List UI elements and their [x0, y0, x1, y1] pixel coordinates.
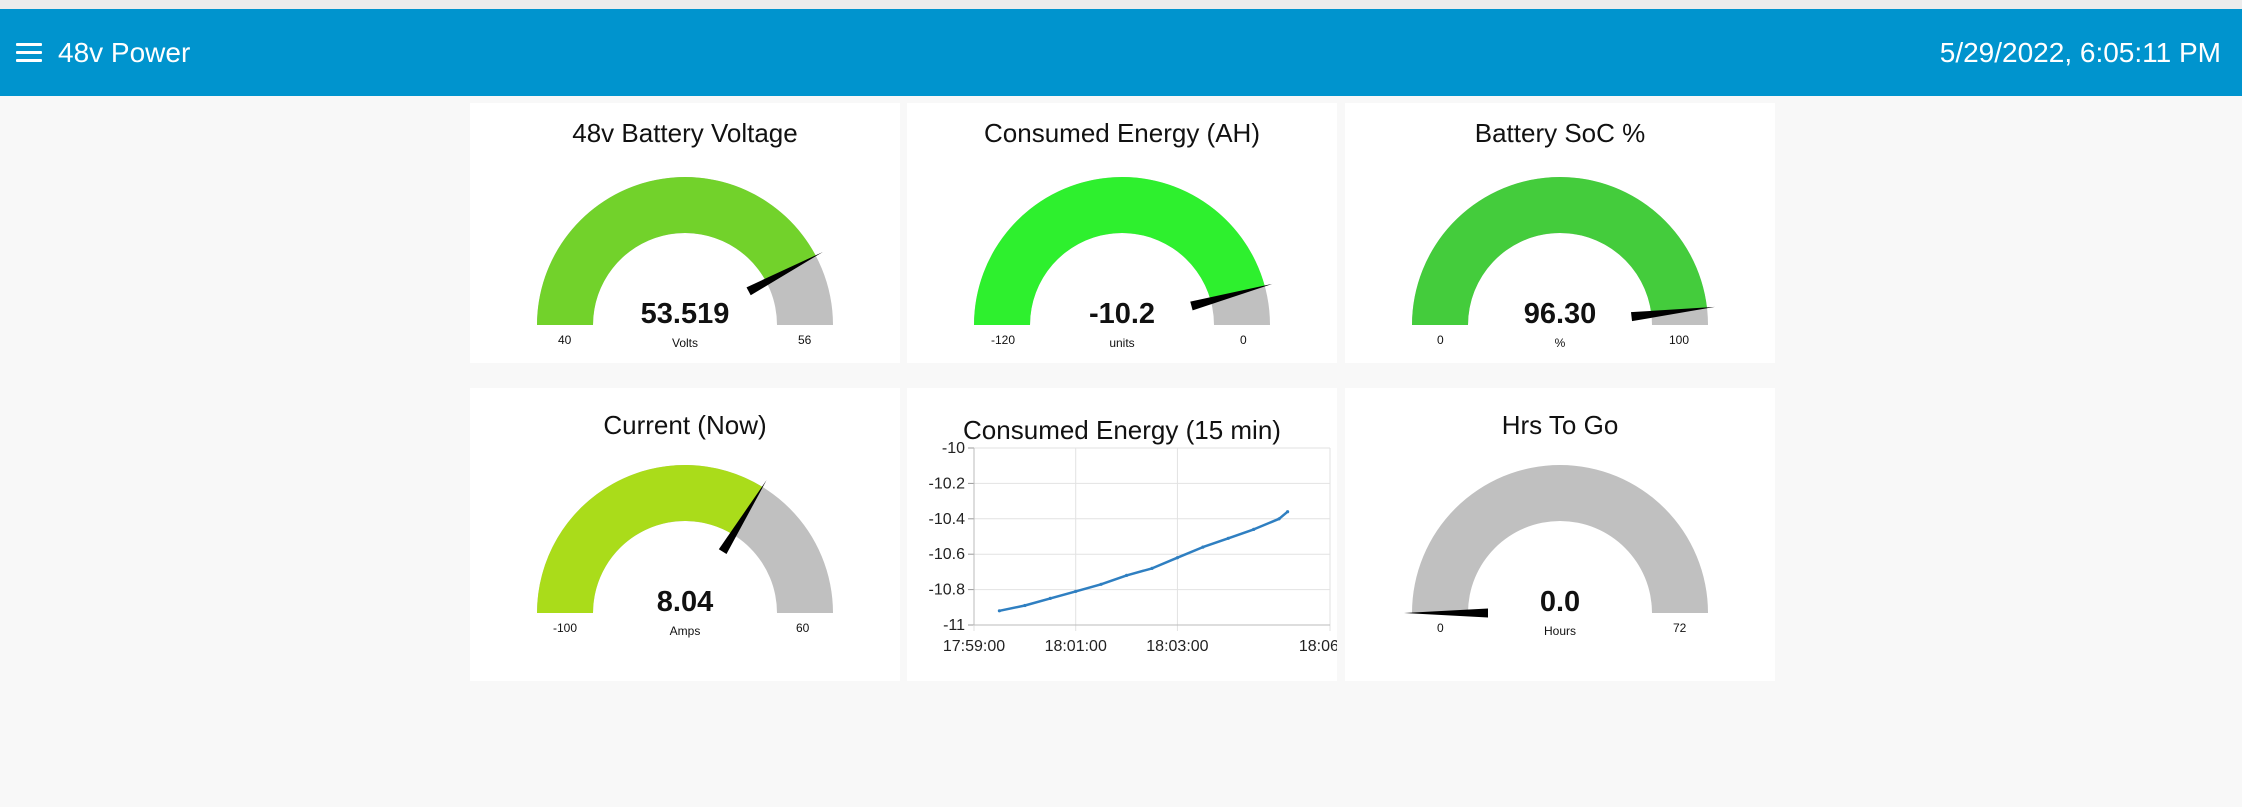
chart-data-point — [1226, 536, 1230, 540]
hamburger-menu-icon[interactable] — [16, 42, 46, 64]
chart-y-tick-label: -10.8 — [929, 582, 966, 599]
hours-to-go-gauge: 0.0 Hours 0 72 — [1345, 461, 1775, 641]
consumed-energy-max-label: 0 — [1240, 333, 1247, 347]
consumed-energy-min-label: -120 — [991, 333, 1016, 347]
window-top-border — [0, 0, 2242, 9]
chart-series-line — [999, 510, 1289, 613]
chart-data-point — [1150, 566, 1154, 570]
energy-chart-plot: -10 -10.2 -10.4 -10.6 -10.8 -11 17:59:00 18:01:… — [929, 440, 1337, 655]
voltage-title: 48v Battery Voltage — [572, 118, 798, 148]
current-gauge: 8.04 Amps -100 60 — [470, 461, 900, 641]
chart-data-point — [1099, 582, 1103, 586]
chart-data-point — [1175, 556, 1179, 560]
current-title: Current (Now) — [603, 410, 767, 440]
consumed-energy-gauge: -10.2 units -120 0 — [907, 173, 1337, 353]
chart-y-tick-label: -10.4 — [929, 511, 966, 528]
chart-data-point — [1252, 527, 1256, 531]
datetime-display: 5/29/2022, 6:05:11 PM — [1939, 37, 2221, 68]
hours-to-go-title: Hrs To Go — [1501, 410, 1619, 440]
chart-x-tick-label: 18:06:00 — [1299, 638, 1337, 655]
chart-x-tick-label: 17:59:00 — [943, 638, 1005, 655]
battery-soc-units: % — [1554, 336, 1566, 350]
consumed-energy-title: Consumed Energy (AH) — [984, 118, 1260, 148]
app-title: 48v Power — [58, 37, 191, 68]
chart-data-point — [1074, 589, 1078, 593]
consumed-energy-units: units — [1109, 336, 1135, 350]
battery-soc-title: Battery SoC % — [1474, 118, 1646, 148]
hours-to-go-min-label: 0 — [1437, 621, 1444, 635]
app-header: 48v Power 5/29/2022, 6:05:11 PM — [0, 9, 2242, 96]
chart-x-tick-label: 18:03:00 — [1146, 638, 1208, 655]
voltage-max-label: 56 — [798, 333, 812, 347]
hours-to-go-card: Hrs To Go 0.0 Hours 0 72 — [1345, 388, 1775, 681]
chart-data-point — [1048, 596, 1052, 600]
hours-to-go-units: Hours — [1543, 624, 1576, 638]
battery-soc-max-label: 100 — [1669, 333, 1690, 347]
current-min-label: -100 — [553, 621, 578, 635]
voltage-min-label: 40 — [558, 333, 572, 347]
current-max-label: 60 — [796, 621, 810, 635]
chart-y-tick-label: -10.6 — [929, 546, 966, 563]
chart-data-point — [1286, 510, 1290, 514]
battery-soc-gauge: 96.30 % 0 100 — [1345, 173, 1775, 353]
consumed-energy-card: Consumed Energy (AH) -10.2 units -120 0 — [907, 103, 1337, 363]
hours-to-go-value: 0.0 — [1539, 586, 1581, 618]
voltage-card: 48v Battery Voltage 53.519 Volts 40 56 — [470, 103, 900, 363]
chart-data-point — [1023, 603, 1027, 608]
hours-to-go-max-label: 72 — [1673, 621, 1687, 635]
chart-data-point — [1125, 573, 1129, 577]
chart-y-tick-label: -11 — [943, 617, 965, 634]
voltage-units: Volts — [671, 336, 698, 350]
chart-y-tick-label: -10 — [942, 440, 965, 457]
battery-soc-min-label: 0 — [1437, 333, 1444, 347]
battery-soc-value: 96.30 — [1523, 298, 1597, 330]
current-card: Current (Now) 8.04 Amps -100 60 — [470, 388, 900, 681]
energy-chart-card: Consumed Energy (15 min) -10 -10.2 -10.4 -1… — [907, 388, 1337, 681]
chart-data-point — [1277, 517, 1281, 521]
voltage-gauge: 53.519 Volts 40 56 — [470, 173, 900, 353]
battery-soc-card: Battery SoC % 96.30 % 0 100 — [1345, 103, 1775, 363]
current-value: 8.04 — [656, 586, 714, 618]
chart-y-tick-label: -10.2 — [929, 475, 966, 492]
chart-data-point — [1201, 545, 1205, 549]
voltage-value: 53.519 — [640, 298, 730, 330]
current-units: Amps — [669, 624, 701, 638]
chart-data-point — [997, 609, 1001, 613]
chart-x-tick-label: 18:01:00 — [1045, 638, 1107, 655]
consumed-energy-value: -10.2 — [1088, 298, 1156, 330]
